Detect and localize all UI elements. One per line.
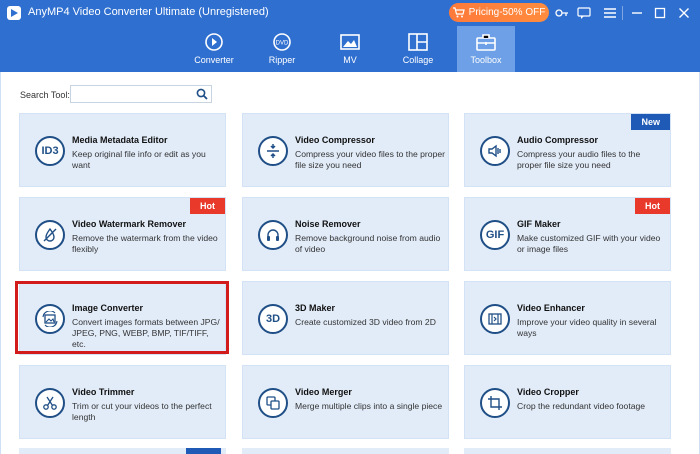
collage-icon	[408, 33, 428, 51]
tab-collage[interactable]: Collage	[388, 26, 448, 72]
compress-icon	[258, 136, 288, 166]
tool-card-audio-compressor[interactable]: Audio Compressor Compress your audio fil…	[464, 113, 671, 187]
pricing-label: Pricing-50% OFF	[468, 7, 546, 18]
cart-icon	[452, 7, 465, 18]
tool-card-video-merger[interactable]: Video Merger Merge multiple clips into a…	[242, 365, 449, 439]
tool-description: Make customized GIF with your video or i…	[517, 233, 661, 254]
tool-description: Compress your audio files to the proper …	[517, 149, 641, 170]
tab-label-collage: Collage	[402, 55, 434, 65]
key-icon[interactable]	[553, 4, 571, 22]
close-icon[interactable]	[675, 4, 693, 22]
search-label: Search Tool:	[20, 90, 70, 100]
tab-label-toolbox: Toolbox	[470, 55, 502, 65]
highlight-box	[15, 281, 229, 354]
audio-compress-icon	[480, 136, 510, 166]
app-title: AnyMP4 Video Converter Ultimate (Unregis…	[28, 6, 269, 18]
tab-mv[interactable]: MV	[320, 26, 380, 72]
tool-title: GIF Maker	[517, 219, 561, 229]
tool-title: Video Enhancer	[517, 303, 585, 313]
tool-description: Compress your video files to the proper …	[295, 149, 445, 170]
tool-description: Create customized 3D video from 2D	[295, 317, 436, 327]
tool-title: Video Cropper	[517, 387, 579, 397]
title-separator	[622, 6, 623, 20]
tool-title: Video Watermark Remover	[72, 219, 187, 229]
search-icon[interactable]	[196, 88, 208, 100]
enhance-icon	[480, 304, 510, 334]
tool-card-3d-maker[interactable]: 3D 3D Maker Create customized 3D video f…	[242, 281, 449, 355]
title-bar: AnyMP4 Video Converter Ultimate (Unregis…	[0, 0, 700, 26]
pricing-button[interactable]: Pricing-50% OFF	[449, 3, 549, 22]
tool-title: Video Compressor	[295, 135, 375, 145]
id3-icon: ID3	[35, 136, 65, 166]
tool-card-media-metadata-editor[interactable]: ID3 Media Metadata Editor Keep original …	[19, 113, 226, 187]
main-nav: Converter DVD Ripper MV Collage Toolbox	[0, 26, 700, 72]
partial-badge	[186, 448, 221, 454]
tool-card-noise-remover[interactable]: Noise Remover Remove background noise fr…	[242, 197, 449, 271]
search-box	[70, 85, 212, 104]
noise-remover-icon	[258, 220, 288, 250]
svg-text:DVD: DVD	[276, 41, 289, 47]
tool-card-video-watermark-remover[interactable]: Video Watermark Remover Remove the water…	[19, 197, 226, 271]
tool-title: Noise Remover	[295, 219, 361, 229]
tool-description: Crop the redundant video footage	[517, 401, 646, 411]
tool-card-video-enhancer[interactable]: Video Enhancer Improve your video qualit…	[464, 281, 671, 355]
gif-icon: GIF	[480, 220, 510, 250]
tool-card-video-trimmer[interactable]: Video Trimmer Trim or cut your videos to…	[19, 365, 226, 439]
tool-title: 3D Maker	[295, 303, 336, 313]
crop-icon	[480, 388, 510, 418]
maximize-icon[interactable]	[651, 4, 669, 22]
app-logo-icon	[7, 6, 21, 20]
hot-badge: Hot	[635, 198, 670, 214]
toolbox-icon	[476, 34, 496, 51]
tool-description: Remove the watermark from the video flex…	[72, 233, 218, 254]
3d-icon: 3D	[258, 304, 288, 334]
tool-title: Video Trimmer	[72, 387, 135, 397]
scissors-icon	[35, 388, 65, 418]
tool-card-partial[interactable]	[464, 448, 671, 454]
tab-converter[interactable]: Converter	[184, 26, 244, 72]
mv-icon	[340, 34, 360, 50]
tool-card-gif-maker[interactable]: GIF GIF Maker Make customized GIF with y…	[464, 197, 671, 271]
tool-title: Audio Compressor	[517, 135, 599, 145]
tool-title: Media Metadata Editor	[72, 135, 168, 145]
tool-description: Merge multiple clips into a single piece	[295, 401, 443, 411]
tab-label-converter: Converter	[194, 55, 234, 65]
tool-card-video-cropper[interactable]: Video Cropper Crop the redundant video f…	[464, 365, 671, 439]
watermark-remove-icon	[35, 220, 65, 250]
tool-description: Keep original file info or edit as you w…	[72, 149, 206, 170]
tab-ripper[interactable]: DVD Ripper	[252, 26, 312, 72]
tab-toolbox[interactable]: Toolbox	[457, 26, 515, 72]
menu-icon[interactable]	[601, 4, 619, 22]
merge-icon	[258, 388, 288, 418]
ripper-icon: DVD	[273, 33, 291, 51]
tab-label-mv: MV	[343, 55, 357, 65]
new-badge: New	[631, 114, 670, 130]
hot-badge: Hot	[190, 198, 225, 214]
tool-title: Video Merger	[295, 387, 352, 397]
minimize-icon[interactable]	[628, 4, 646, 22]
tool-description: Remove background noise from audio of vi…	[295, 233, 441, 254]
feedback-icon[interactable]	[575, 4, 593, 22]
search-input[interactable]	[75, 88, 195, 104]
tab-label-ripper: Ripper	[268, 55, 296, 65]
tool-description: Improve your video quality in several wa…	[517, 317, 657, 338]
converter-icon	[205, 33, 223, 51]
tool-card-partial[interactable]	[242, 448, 449, 454]
tool-description: Trim or cut your videos to the perfect l…	[72, 401, 212, 422]
tool-card-video-compressor[interactable]: Video Compressor Compress your video fil…	[242, 113, 449, 187]
